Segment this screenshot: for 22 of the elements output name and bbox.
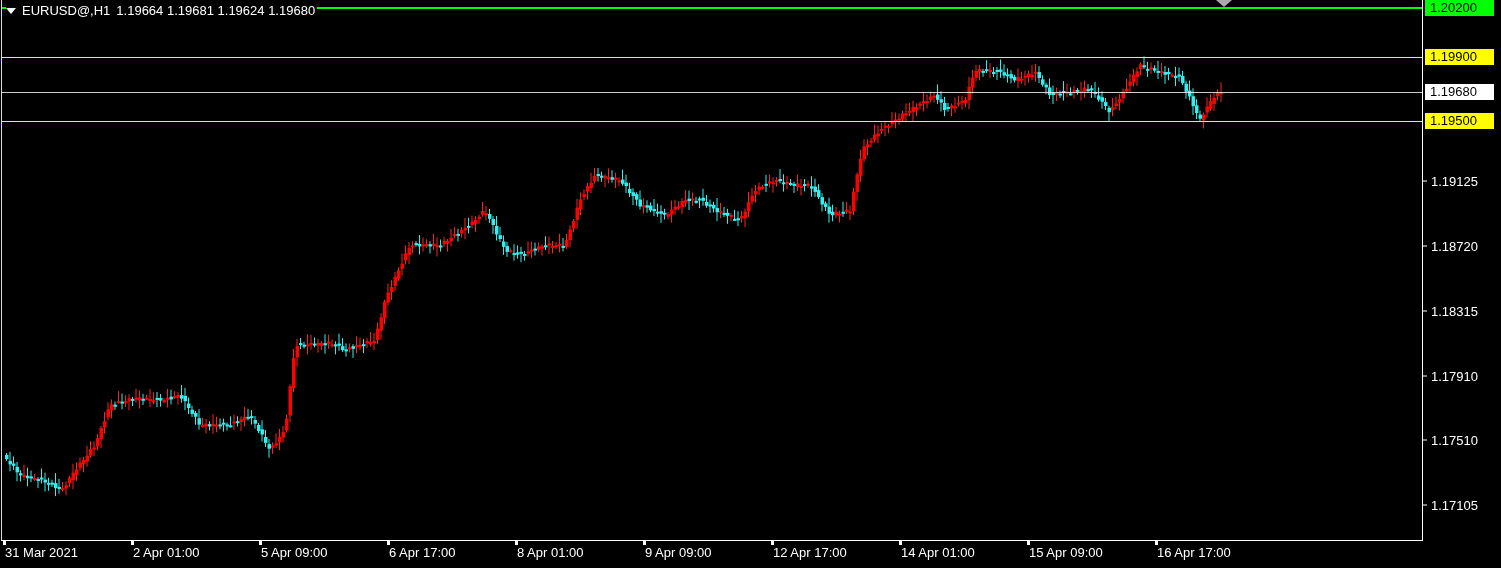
time-axis-label: 2 Apr 01:00 [132,545,200,560]
time-axis-label: 31 Mar 2021 [4,545,78,560]
time-axis-label: 6 Apr 17:00 [388,545,456,560]
price-axis-label: 1.17105 [1431,497,1478,513]
price-tag: 1.19680 [1425,83,1494,100]
price-tag: 1.19900 [1425,48,1494,65]
price-axis-label: 1.18315 [1431,303,1478,319]
time-axis-label: 5 Apr 09:00 [260,545,328,560]
price-tag: 1.19500 [1425,112,1494,129]
price-axis-label: 1.19125 [1431,173,1478,189]
time-axis-label: 16 Apr 17:00 [1156,545,1231,560]
price-axis-label: 1.18720 [1431,238,1478,254]
time-axis-label: 14 Apr 01:00 [900,545,975,560]
symbol-label: EURUSD@,H1 [22,3,111,18]
price-tag: 1.20200 [1425,0,1494,17]
time-axis-label: 15 Apr 09:00 [1028,545,1103,560]
price-axis-label: 1.17910 [1431,368,1478,384]
ohlc-values: 1.19664 1.19681 1.19624 1.19680 [116,3,316,18]
price-axis-label: 1.17510 [1431,432,1478,448]
time-axis-label: 8 Apr 01:00 [516,545,584,560]
time-axis-label: 9 Apr 09:00 [644,545,712,560]
time-axis-label: 12 Apr 17:00 [772,545,847,560]
